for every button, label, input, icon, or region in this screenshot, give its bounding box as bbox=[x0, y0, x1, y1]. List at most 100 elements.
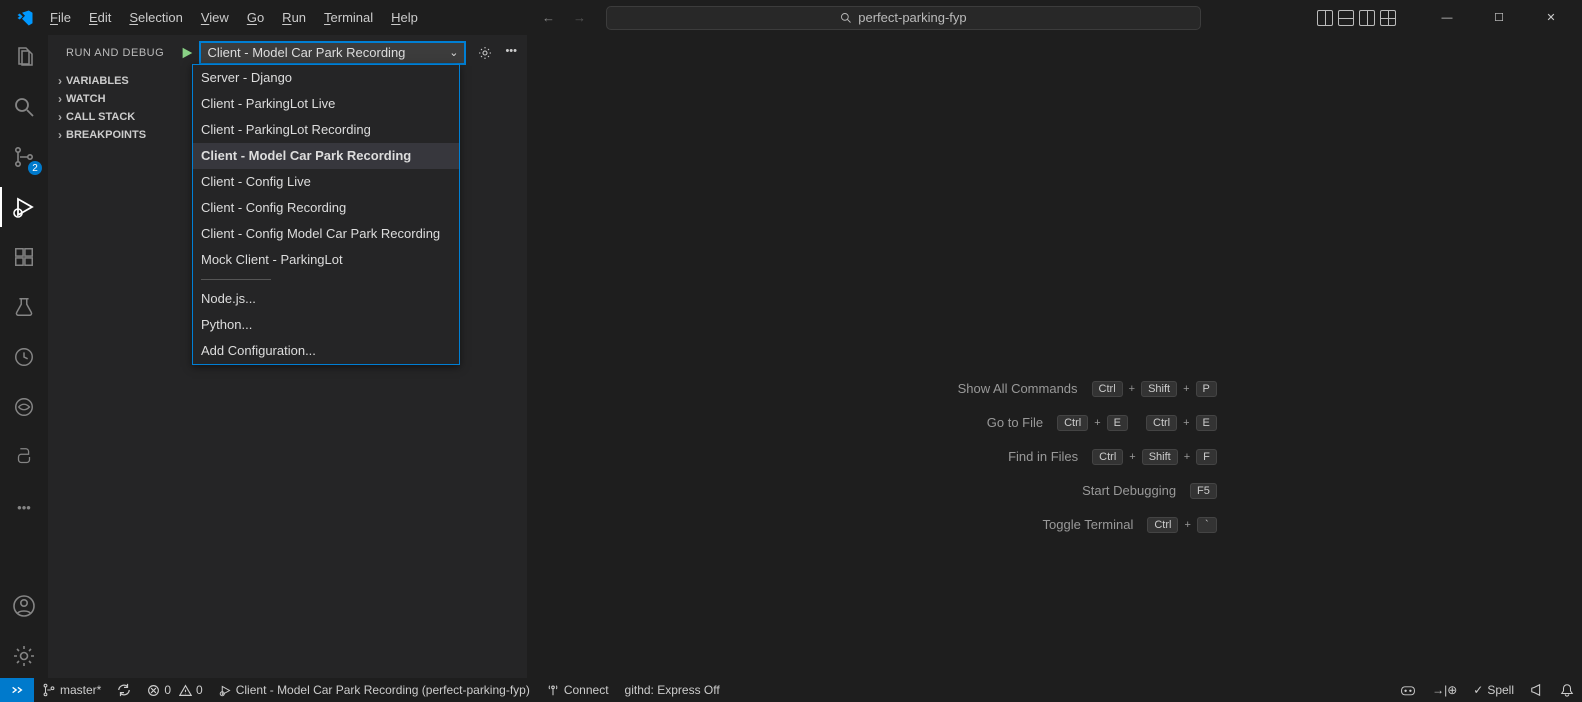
toggle-panel-icon[interactable] bbox=[1338, 10, 1354, 26]
sync-icon bbox=[117, 683, 131, 697]
keycap: F5 bbox=[1190, 483, 1217, 499]
keycap: P bbox=[1196, 381, 1217, 397]
shortcut-row: Start Debugging F5 bbox=[893, 483, 1217, 499]
status-bar: master* 0 0 Client - Model Car Park Reco… bbox=[0, 678, 1582, 702]
nav-arrows: ← → bbox=[542, 10, 586, 25]
activity-accounts[interactable] bbox=[0, 590, 48, 622]
ellipsis-icon: ••• bbox=[505, 45, 517, 57]
debug-config-select[interactable]: Client - Model Car Park Recording ⌄ bbox=[200, 42, 465, 64]
chevron-right-icon: › bbox=[58, 128, 62, 142]
gear-icon bbox=[12, 644, 36, 668]
activity-explorer[interactable] bbox=[0, 41, 48, 73]
toggle-primary-sidebar-icon[interactable] bbox=[1317, 10, 1333, 26]
account-icon bbox=[12, 594, 36, 618]
search-icon bbox=[840, 12, 852, 24]
status-ports[interactable]: Connect bbox=[538, 678, 617, 702]
keycap: Ctrl bbox=[1147, 517, 1178, 533]
play-icon bbox=[180, 46, 194, 60]
maximize-button[interactable]: ☐ bbox=[1476, 3, 1522, 33]
python-icon bbox=[13, 446, 35, 468]
status-spell[interactable]: ✓ Spell bbox=[1465, 678, 1522, 702]
sidebar-title: RUN AND DEBUG bbox=[66, 47, 164, 59]
activity-more[interactable]: ••• bbox=[0, 491, 48, 523]
files-icon bbox=[12, 45, 36, 69]
config-option[interactable]: Client - Config Live bbox=[193, 169, 459, 195]
activity-run-debug[interactable] bbox=[0, 191, 48, 223]
remote-icon bbox=[10, 683, 24, 697]
keycap: ` bbox=[1197, 517, 1217, 533]
menu-help[interactable]: Help bbox=[383, 6, 426, 29]
vscode-logo-icon bbox=[16, 9, 34, 27]
status-sync[interactable] bbox=[109, 678, 139, 702]
chevron-down-icon: ⌄ bbox=[449, 46, 458, 59]
config-option[interactable]: Client - ParkingLot Recording bbox=[193, 117, 459, 143]
config-option[interactable]: Mock Client - ParkingLot bbox=[193, 247, 459, 273]
plus-separator: + bbox=[1184, 519, 1190, 531]
extensions-icon bbox=[13, 246, 35, 268]
nav-back-icon[interactable]: ← bbox=[542, 10, 555, 25]
shortcut-label: Toggle Terminal bbox=[983, 517, 1133, 532]
editor-area: Show All CommandsCtrl+Shift+PGo to FileC… bbox=[528, 35, 1582, 678]
customize-layout-icon[interactable] bbox=[1380, 10, 1396, 26]
activity-source-control[interactable]: 2 bbox=[0, 141, 48, 173]
keycap: E bbox=[1196, 415, 1217, 431]
activity-search[interactable] bbox=[0, 91, 48, 123]
scm-badge: 2 bbox=[28, 161, 42, 175]
config-option[interactable]: Client - Config Recording bbox=[193, 195, 459, 221]
config-extra-option[interactable]: Add Configuration... bbox=[193, 338, 459, 364]
status-githd[interactable]: githd: Express Off bbox=[617, 678, 728, 702]
shortcut-label: Start Debugging bbox=[1026, 483, 1176, 498]
config-selected-label: Client - Model Car Park Recording bbox=[207, 45, 405, 60]
status-branch[interactable]: master* bbox=[34, 678, 109, 702]
dropdown-separator bbox=[201, 279, 271, 280]
menu-selection[interactable]: Selection bbox=[121, 6, 190, 29]
plus-separator: + bbox=[1129, 451, 1135, 463]
open-launch-json-button[interactable] bbox=[477, 45, 493, 61]
config-extra-option[interactable]: Node.js... bbox=[193, 286, 459, 312]
git-branch-icon bbox=[42, 683, 56, 697]
close-button[interactable]: ✕ bbox=[1528, 3, 1574, 33]
keycap: Ctrl bbox=[1092, 449, 1123, 465]
menu-file[interactable]: File bbox=[42, 6, 79, 29]
layout-controls bbox=[1317, 10, 1396, 26]
nav-forward-icon: → bbox=[573, 10, 586, 25]
command-center-search[interactable]: perfect-parking-fyp bbox=[606, 6, 1201, 30]
config-extra-option[interactable]: Python... bbox=[193, 312, 459, 338]
menu-view[interactable]: View bbox=[193, 6, 237, 29]
menu-edit[interactable]: Edit bbox=[81, 6, 119, 29]
status-copilot[interactable] bbox=[1392, 678, 1424, 702]
debug-alt-icon bbox=[219, 684, 232, 697]
chevron-right-icon: › bbox=[58, 92, 62, 106]
status-indent[interactable]: →|⊕ bbox=[1424, 678, 1465, 702]
shortcut-keys: Ctrl+Shift+F bbox=[1092, 449, 1217, 465]
status-feedback[interactable] bbox=[1522, 678, 1552, 702]
watermark-logo-icon bbox=[915, 145, 1195, 425]
activity-settings[interactable] bbox=[0, 640, 48, 672]
ellipsis-icon: ••• bbox=[17, 500, 31, 515]
start-debug-button[interactable] bbox=[180, 46, 194, 60]
activity-testing[interactable] bbox=[0, 291, 48, 323]
activity-bar: 2 ••• bbox=[0, 35, 48, 678]
menu-terminal[interactable]: Terminal bbox=[316, 6, 381, 29]
config-option[interactable]: Client - ParkingLot Live bbox=[193, 91, 459, 117]
config-option[interactable]: Server - Django bbox=[193, 65, 459, 91]
minimize-button[interactable]: — bbox=[1424, 3, 1470, 33]
indent-icon: →|⊕ bbox=[1432, 683, 1457, 697]
activity-extensions[interactable] bbox=[0, 241, 48, 273]
shortcut-keys: Ctrl + ` bbox=[1147, 517, 1217, 533]
status-problems[interactable]: 0 0 bbox=[139, 678, 210, 702]
menu-run[interactable]: Run bbox=[274, 6, 314, 29]
status-debug-config[interactable]: Client - Model Car Park Recording (perfe… bbox=[211, 678, 538, 702]
remote-button[interactable] bbox=[0, 678, 34, 702]
plus-separator: + bbox=[1184, 451, 1190, 463]
activity-timeline[interactable] bbox=[0, 341, 48, 373]
shortcut-keys: F5 bbox=[1190, 483, 1217, 499]
activity-live-share[interactable] bbox=[0, 391, 48, 423]
menu-go[interactable]: Go bbox=[239, 6, 272, 29]
config-option[interactable]: Client - Model Car Park Recording bbox=[193, 143, 459, 169]
toggle-secondary-sidebar-icon[interactable] bbox=[1359, 10, 1375, 26]
more-actions-button[interactable]: ••• bbox=[505, 45, 517, 61]
config-option[interactable]: Client - Config Model Car Park Recording bbox=[193, 221, 459, 247]
status-notifications[interactable] bbox=[1552, 678, 1582, 702]
activity-python[interactable] bbox=[0, 441, 48, 473]
